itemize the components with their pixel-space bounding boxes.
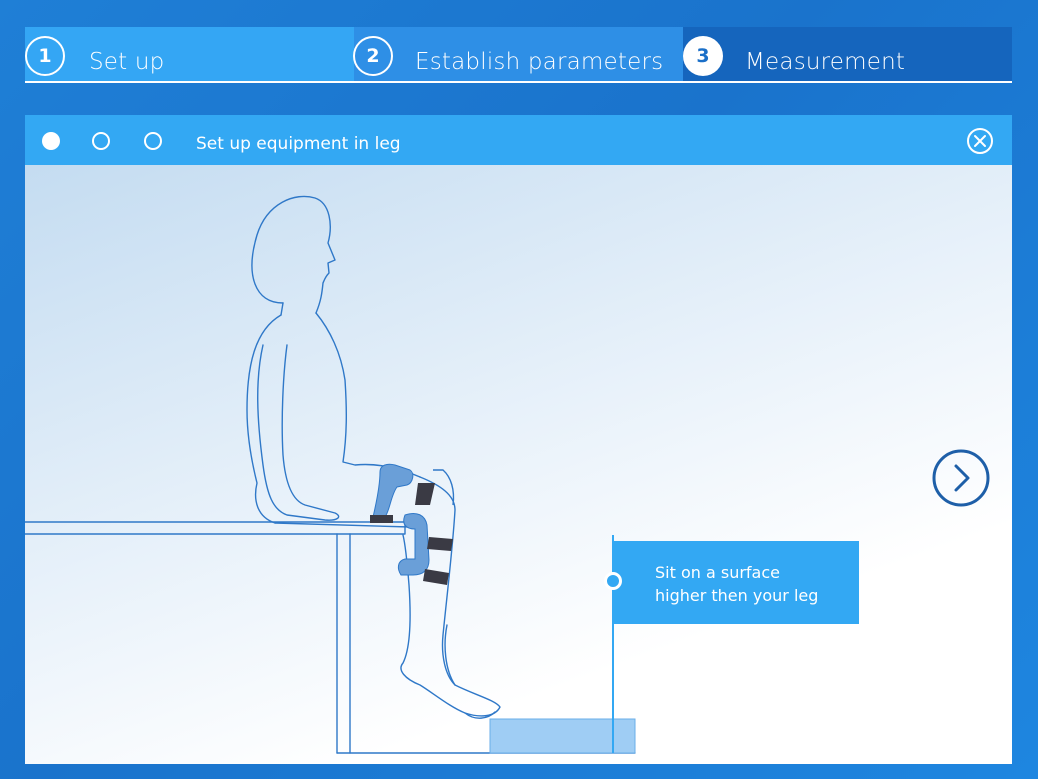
instruction-callout: Sit on a surface higher then your leg (604, 541, 859, 624)
progress-dot-2[interactable] (92, 132, 110, 150)
tab-establish-parameters[interactable]: Establish parameters (354, 27, 683, 83)
chevron-right-circle-icon[interactable] (931, 448, 991, 508)
instruction-panel: Set up equipment in leg Sit on a surface… (25, 115, 1012, 764)
step-2-badge: 2 (353, 36, 393, 76)
panel-header: Set up equipment in leg (25, 115, 1012, 165)
tab-set-up[interactable]: Set up (25, 27, 354, 83)
knee-brace-icon (370, 463, 455, 585)
step-tabs: Set up Establish parameters Measurement (25, 27, 1012, 83)
illustration-area: Sit on a surface higher then your leg (25, 165, 1012, 764)
callout-marker (604, 572, 622, 590)
step-progress-line (25, 81, 1012, 83)
tab-measurement-label: Measurement (745, 49, 906, 75)
callout-line-2: higher then your leg (655, 586, 819, 605)
step-3-badge: 3 (683, 36, 723, 76)
progress-dot-3[interactable] (144, 132, 162, 150)
seated-leg-illustration (25, 195, 636, 754)
tab-set-up-label: Set up (89, 49, 165, 75)
callout-line-1: Sit on a surface (655, 563, 780, 582)
step-1-badge: 1 (25, 36, 65, 76)
callout-text: Sit on a surface higher then your leg (655, 561, 818, 607)
tab-establish-parameters-label: Establish parameters (415, 49, 664, 75)
panel-title: Set up equipment in leg (196, 134, 401, 154)
tab-measurement[interactable]: Measurement (683, 27, 1012, 83)
close-icon[interactable] (966, 127, 994, 155)
progress-dot-1[interactable] (42, 132, 60, 150)
